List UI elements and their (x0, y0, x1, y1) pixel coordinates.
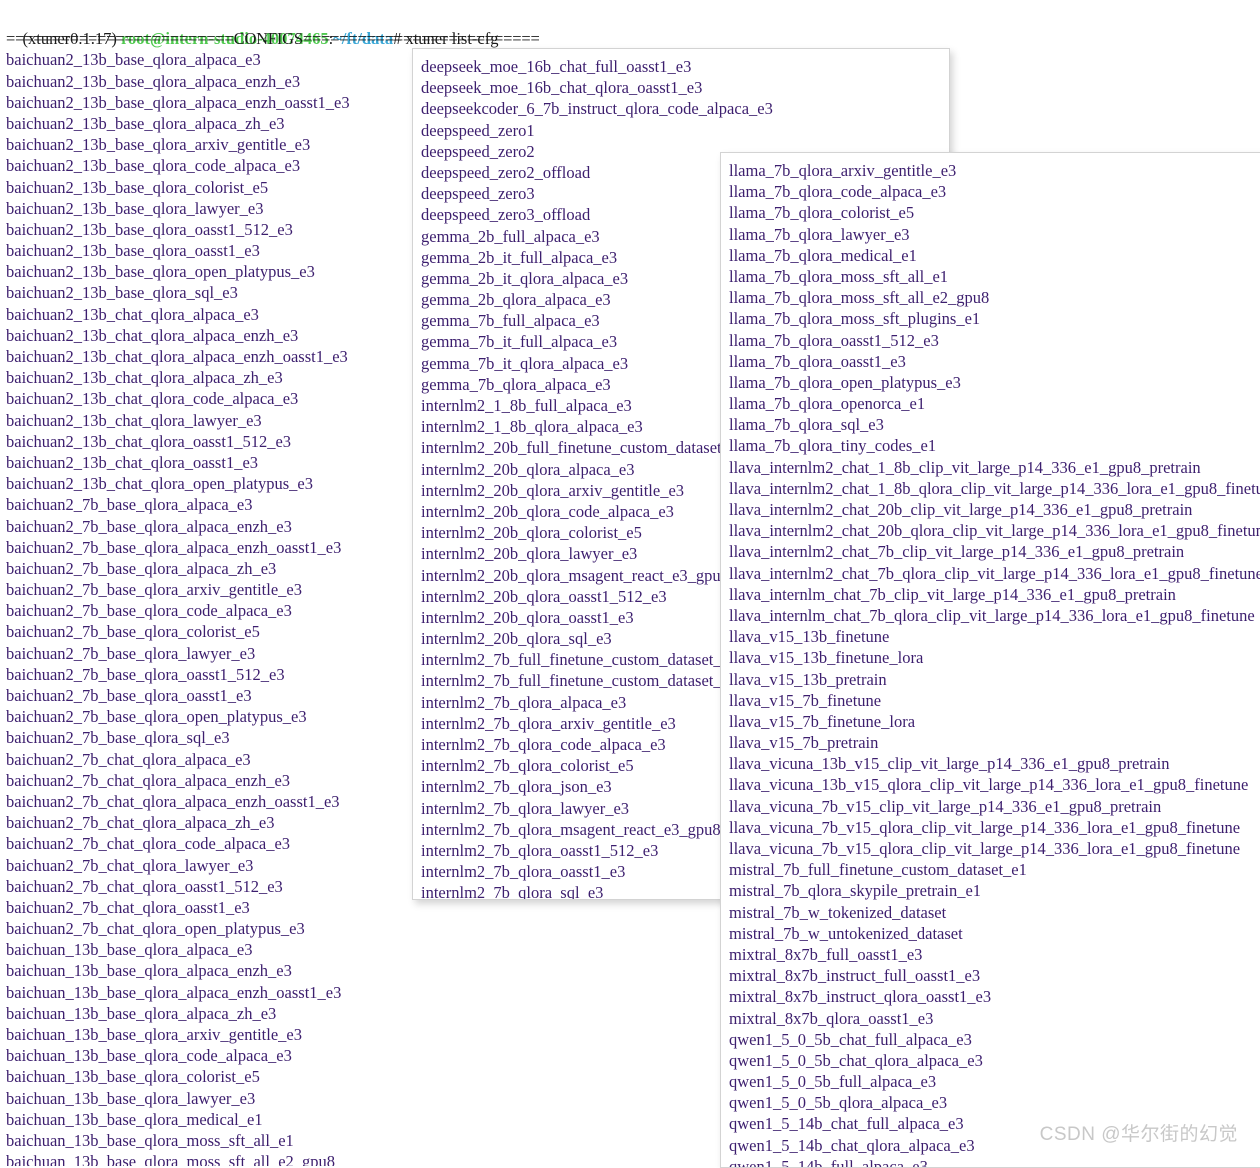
config-item: llama_7b_qlora_medical_e1 (729, 245, 917, 265)
config-item: llava_vicuna_13b_v15_clip_vit_large_p14_… (729, 754, 1170, 774)
config-item: deepseek_moe_16b_chat_qlora_oasst1_e3 (421, 78, 703, 98)
config-item: llava_v15_13b_pretrain (729, 669, 887, 689)
config-panel-right[interactable]: llama_7b_qlora_arxiv_gentitle_e3 llama_7b… (720, 152, 1260, 1168)
config-item: mixtral_8x7b_instruct_full_oasst1_e3 (729, 966, 981, 986)
config-item: llama_7b_qlora_moss_sft_all_e1 (729, 266, 949, 286)
configs-banner: =========================CONFIGS========… (6, 29, 540, 49)
config-item: llava_v15_7b_pretrain (729, 733, 879, 753)
config-item: mistral_7b_w_untokenized_dataset (729, 923, 963, 943)
config-item: qwen1_5_0_5b_qlora_alpaca_e3 (729, 1093, 948, 1113)
config-item: llava_vicuna_7b_v15_qlora_clip_vit_large… (729, 817, 1241, 837)
config-item: llama_7b_qlora_oasst1_e3 (729, 351, 906, 371)
config-item: llava_internlm2_chat_20b_qlora_clip_vit_… (729, 521, 1260, 541)
config-item: llama_7b_qlora_openorca_e1 (729, 394, 926, 414)
config-item: mistral_7b_w_tokenized_dataset (729, 902, 947, 922)
config-item: llava_internlm_chat_7b_clip_vit_large_p1… (729, 584, 1176, 604)
config-item: llava_v15_13b_finetune_lora (729, 648, 924, 668)
config-item: llava_v15_7b_finetune_lora (729, 711, 916, 731)
config-item: qwen1_5_0_5b_chat_full_alpaca_e3 (729, 1029, 972, 1049)
config-item: llava_internlm_chat_7b_qlora_clip_vit_la… (729, 605, 1255, 625)
config-item: llava_vicuna_7b_v15_clip_vit_large_p14_3… (729, 796, 1162, 816)
config-item: llama_7b_qlora_open_platypus_e3 (729, 372, 961, 392)
config-item: mixtral_8x7b_full_oasst1_e3 (729, 944, 923, 964)
config-item: llama_7b_qlora_moss_sft_all_e2_gpu8 (729, 288, 990, 308)
config-item: qwen1_5_14b_full_alpaca_e3 (729, 1156, 928, 1168)
config-item: mistral_7b_full_finetune_custom_dataset_… (729, 860, 1027, 880)
config-item: llama_7b_qlora_code_alpaca_e3 (729, 182, 947, 202)
config-item: llava_v15_7b_finetune (729, 690, 882, 710)
config-item: llama_7b_qlora_sql_e3 (729, 415, 884, 435)
config-item: llama_7b_qlora_moss_sft_plugins_e1 (729, 309, 981, 329)
config-list-right: llama_7b_qlora_arxiv_gentitle_e3 llama_7b… (721, 153, 1260, 1168)
config-item: llava_internlm2_chat_1_8b_clip_vit_large… (729, 457, 1201, 477)
config-item: deepspeed_zero1 (421, 120, 535, 140)
config-item: mistral_7b_qlora_skypile_pretrain_e1 (729, 881, 982, 901)
config-item: mixtral_8x7b_qlora_oasst1_e3 (729, 1008, 934, 1028)
shell-prompt-line: (xtuner0.1.17) root@intern-studio-400744… (0, 0, 1260, 48)
csdn-watermark: CSDN @华尔街的幻觉 (1039, 1124, 1238, 1145)
config-item: llava_vicuna_13b_v15_qlora_clip_vit_larg… (729, 775, 1249, 795)
config-item: llava_internlm2_chat_7b_clip_vit_large_p… (729, 542, 1185, 562)
config-item: deepseek_moe_16b_chat_full_oasst1_e3 (421, 57, 692, 76)
config-item: llama_7b_qlora_tiny_codes_e1 (729, 436, 937, 456)
config-item: qwen1_5_0_5b_chat_qlora_alpaca_e3 (729, 1050, 983, 1070)
config-item: deepseekcoder_6_7b_instruct_qlora_code_a… (421, 99, 773, 119)
config-item: mixtral_8x7b_instruct_qlora_oasst1_e3 (729, 987, 992, 1007)
config-item: llama_7b_qlora_colorist_e5 (729, 203, 915, 223)
config-item: llava_vicuna_7b_v15_qlora_clip_vit_large… (729, 839, 1241, 858)
config-item: qwen1_5_0_5b_full_alpaca_e3 (729, 1072, 937, 1092)
config-item: llama_7b_qlora_lawyer_e3 (729, 224, 910, 244)
config-item: llama_7b_qlora_oasst1_512_e3 (729, 330, 939, 350)
config-item: llava_internlm2_chat_7b_qlora_clip_vit_l… (729, 563, 1260, 583)
config-item: llama_7b_qlora_arxiv_gentitle_e3 (729, 161, 957, 180)
config-item: llava_internlm2_chat_1_8b_qlora_clip_vit… (729, 478, 1260, 498)
config-item: llava_internlm2_chat_20b_clip_vit_large_… (729, 500, 1193, 519)
config-item: llava_v15_13b_finetune (729, 627, 890, 647)
